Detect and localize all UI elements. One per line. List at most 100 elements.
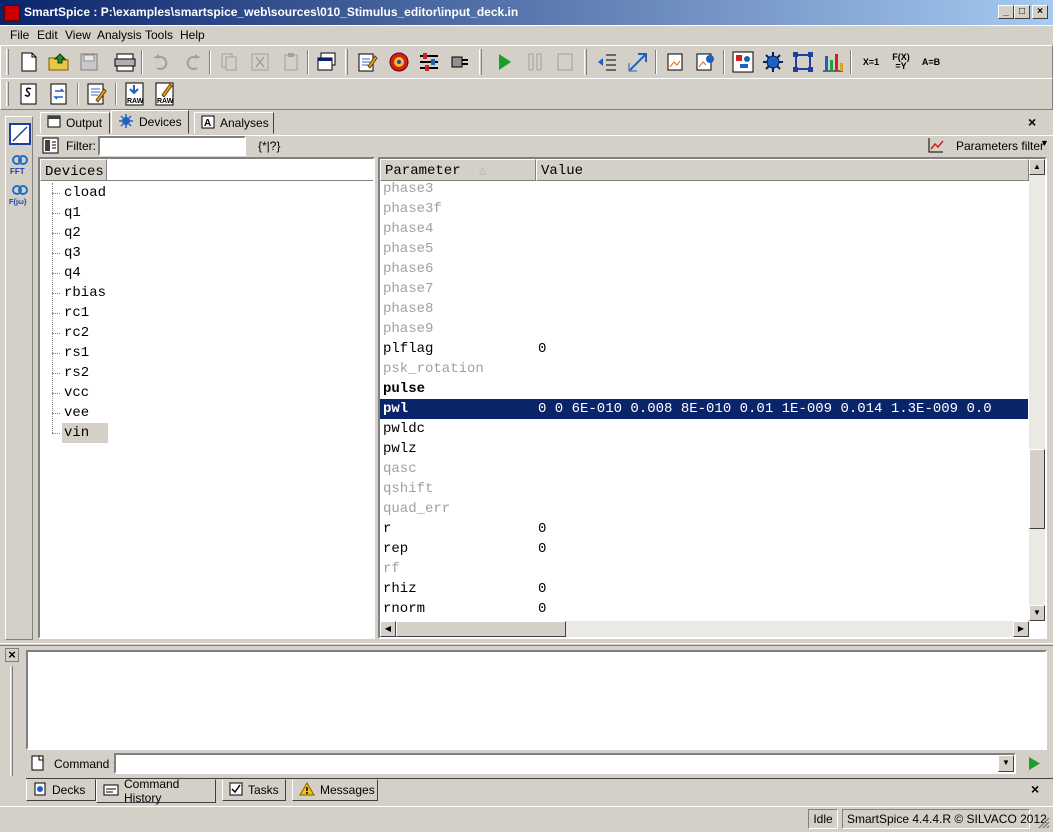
tab-command-history[interactable]: Command History — [96, 777, 216, 805]
close-panel-icon[interactable]: × — [1028, 114, 1036, 130]
tree-item[interactable]: vee — [40, 403, 373, 423]
parameter-row[interactable]: phase3 — [380, 181, 1028, 199]
tree-item[interactable]: rs2 — [40, 363, 373, 383]
new-file-icon[interactable] — [17, 50, 41, 74]
parameter-row[interactable]: phase5 — [380, 239, 1028, 259]
tab-output[interactable]: Output — [40, 112, 110, 134]
toolbar-grip[interactable] — [6, 82, 9, 106]
parameter-row[interactable]: phase7 — [380, 279, 1028, 299]
menu-edit[interactable]: Edit — [37, 27, 58, 45]
stop-icon[interactable] — [553, 50, 577, 74]
tree-item[interactable]: rc2 — [40, 323, 373, 343]
menu-analysis[interactable]: Analysis — [97, 27, 142, 45]
command-output-area[interactable] — [26, 650, 1047, 750]
fft-icon[interactable]: FFT — [9, 153, 31, 176]
toolbar-grip[interactable] — [479, 49, 482, 75]
tab-messages[interactable]: Messages — [292, 779, 378, 801]
waveform-edit-icon[interactable] — [9, 123, 31, 145]
parameter-column-header[interactable]: Parameter △ — [380, 159, 536, 181]
toolbar-grip[interactable] — [6, 49, 9, 75]
parameter-row[interactable]: rf — [380, 559, 1028, 579]
tab-decks[interactable]: Decks — [26, 779, 96, 801]
command-input[interactable] — [114, 753, 1016, 774]
script-icon[interactable] — [17, 82, 41, 106]
save-icon[interactable] — [77, 50, 101, 74]
parameter-row[interactable]: rnorm 0 — [380, 599, 1028, 619]
parameter-row[interactable]: pulse — [380, 379, 1028, 399]
scroll-left-icon[interactable]: ◀ — [380, 621, 396, 637]
filter-input[interactable] — [98, 136, 246, 156]
parameter-row[interactable]: phase4 — [380, 219, 1028, 239]
parameter-row[interactable]: pwl 0 0 6E-010 0.008 8E-010 0.01 1E-009 0… — [380, 399, 1028, 419]
parameters-filter-dropdown[interactable]: Parameters filter — [956, 139, 1044, 153]
tab-tasks[interactable]: Tasks — [222, 779, 286, 801]
tree-item[interactable]: rc1 — [40, 303, 373, 323]
parameter-row[interactable]: phase3f — [380, 199, 1028, 219]
tree-item[interactable]: q4 — [40, 263, 373, 283]
toolbar-grip[interactable] — [345, 49, 348, 75]
edit-notes-icon[interactable] — [85, 82, 109, 106]
tree-item[interactable]: q3 — [40, 243, 373, 263]
horizontal-scrollbar[interactable]: ◀ ▶ — [380, 621, 1029, 637]
menu-view[interactable]: View — [65, 27, 91, 45]
measure-x-icon[interactable]: X=1 — [858, 50, 884, 74]
parameter-row[interactable]: psk_rotation — [380, 359, 1028, 379]
load-raw-icon[interactable]: RAW — [123, 82, 147, 106]
import-list-icon[interactable] — [595, 50, 619, 74]
dock-grip[interactable] — [10, 666, 13, 776]
model-frame-icon[interactable] — [791, 50, 815, 74]
settings-sliders-icon[interactable] — [417, 50, 441, 74]
tree-item[interactable]: rs1 — [40, 343, 373, 363]
open-file-icon[interactable] — [47, 50, 71, 74]
undo-icon[interactable] — [149, 50, 173, 74]
redo-icon[interactable] — [181, 50, 205, 74]
scroll-up-icon[interactable]: ▲ — [1029, 159, 1045, 175]
parameter-row[interactable]: rhiz 0 — [380, 579, 1028, 599]
filter-list-icon[interactable] — [42, 137, 60, 155]
toolbar-grip[interactable] — [584, 49, 587, 75]
parameter-row[interactable]: qasc — [380, 459, 1028, 479]
tree-item[interactable]: q2 — [40, 223, 373, 243]
fourier-transform-icon[interactable]: F{jω} — [9, 183, 31, 206]
menu-help[interactable]: Help — [180, 27, 205, 45]
execute-command-icon[interactable] — [1026, 755, 1042, 772]
chevron-down-icon[interactable]: ▼ — [1040, 138, 1049, 148]
horizontal-scroll-thumb[interactable] — [396, 621, 566, 637]
tree-item[interactable]: q1 — [40, 203, 373, 223]
copy-icon[interactable] — [217, 50, 241, 74]
tree-item[interactable]: cload — [40, 183, 373, 203]
parameter-row[interactable]: pwlz — [380, 439, 1028, 459]
schematic-icon[interactable] — [731, 50, 755, 74]
tree-item[interactable]: vin — [40, 423, 373, 443]
function-fx-icon[interactable]: F(X) =Y — [888, 50, 914, 74]
parameter-row[interactable]: plflag 0 — [380, 339, 1028, 359]
paste-icon[interactable] — [279, 50, 303, 74]
assign-ab-icon[interactable]: A=B — [918, 50, 944, 74]
color-wheel-icon[interactable] — [387, 50, 411, 74]
expand-arrow-icon[interactable] — [626, 50, 650, 74]
parameter-row[interactable]: pwldc — [380, 419, 1028, 439]
tree-item[interactable]: rbias — [40, 283, 373, 303]
window-layout-icon[interactable] — [315, 50, 339, 74]
close-dock-icon[interactable]: × — [5, 648, 19, 662]
tab-analyses[interactable]: A Analyses — [194, 112, 274, 134]
print-icon[interactable] — [113, 50, 137, 74]
close-button[interactable]: × — [1032, 5, 1048, 19]
parameter-row[interactable]: rep 0 — [380, 539, 1028, 559]
edit-deck-icon[interactable] — [355, 50, 379, 74]
plug-connect-icon[interactable] — [448, 50, 472, 74]
vertical-scroll-thumb[interactable] — [1029, 449, 1045, 529]
value-column-header[interactable]: Value — [536, 159, 1029, 181]
tree-item[interactable]: vcc — [40, 383, 373, 403]
close-bottom-panel-icon[interactable]: × — [1031, 781, 1039, 797]
refresh-script-icon[interactable] — [47, 82, 71, 106]
resize-grip-icon[interactable] — [1036, 815, 1050, 829]
tab-devices[interactable]: Devices — [111, 110, 189, 134]
pause-icon[interactable] — [523, 50, 547, 74]
dock-splitter[interactable] — [0, 643, 1053, 646]
menu-tools[interactable]: Tools — [145, 27, 173, 45]
menu-file[interactable]: File — [10, 27, 29, 45]
vertical-scrollbar[interactable]: ▲ ▼ — [1029, 159, 1045, 621]
parameter-row[interactable]: phase6 — [380, 259, 1028, 279]
bar-chart-icon[interactable] — [821, 50, 845, 74]
